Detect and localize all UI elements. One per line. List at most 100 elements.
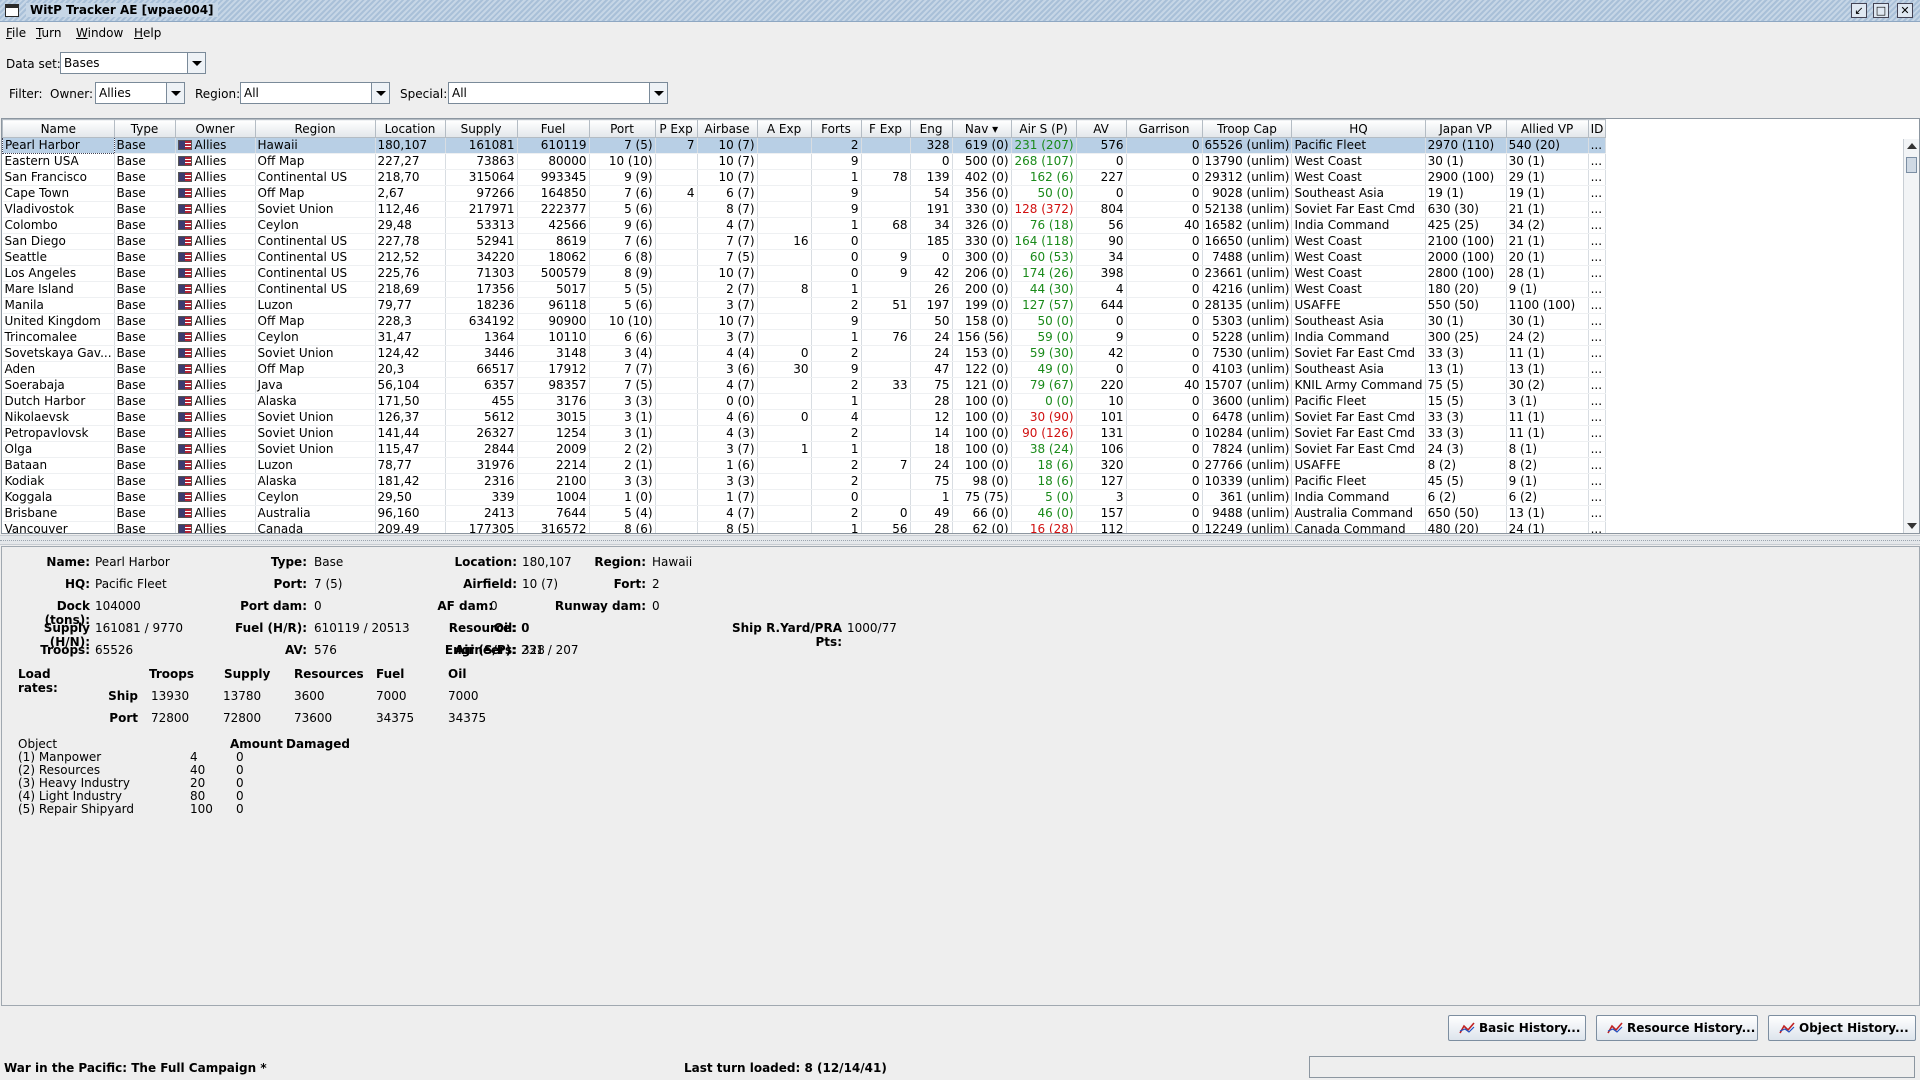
table-row[interactable]: Eastern USA Base Allies Off Map 227,27 73863 8… [2,153,1607,170]
cell-region: Off Map [255,153,376,170]
column-header[interactable]: Airbase [696,119,758,138]
resource-history-button[interactable]: Resource History... [1596,1015,1758,1041]
table-row[interactable]: Pearl Harbor Base Allies Hawaii 180,107 16108… [2,137,1607,154]
column-header[interactable]: P Exp [654,119,698,138]
maximize-icon[interactable]: □ [1873,3,1889,18]
scroll-down-icon[interactable] [1907,523,1917,529]
column-header[interactable]: AV [1075,119,1127,138]
cell-pexp [655,377,698,394]
column-header[interactable]: HQ [1291,119,1426,138]
column-header[interactable]: Nav ▾ [951,119,1012,138]
cell-garrison: 40 [1126,217,1203,234]
table-header: Name Type Owner Region Location Supply Fuel Por… [2,119,1607,138]
column-header[interactable]: Eng [909,119,953,138]
scroll-up-icon[interactable] [1907,143,1917,149]
column-header[interactable]: A Exp [756,119,812,138]
region-combo[interactable]: All [240,82,390,104]
table-row[interactable]: Koggala Base Allies Ceylon 29,50 339 1004 1 (0)… [2,489,1607,506]
table-row[interactable]: Soerabaja Base Allies Java 56,104 6357 98357 7 … [2,377,1607,394]
cell-id: ... [1588,377,1607,394]
cell-hq: Pacific Fleet [1291,473,1426,490]
cell-aexp [757,457,812,474]
cell-id: ... [1588,441,1607,458]
column-header[interactable]: Port [588,119,656,138]
menu-file[interactable]: File [6,26,26,40]
table-row[interactable]: Manila Base Allies Luzon 79,77 18236 96118 5 (6… [2,297,1607,314]
table-row[interactable]: Brisbane Base Allies Australia 96,160 2413 764… [2,505,1607,522]
cell-airbase: 10 (7) [697,137,758,154]
chevron-down-icon[interactable] [649,83,667,103]
cell-av: 644 [1076,297,1127,314]
table-row[interactable]: San Francisco Base Allies Continental US 218… [2,169,1607,186]
column-header[interactable]: Supply [444,119,518,138]
cell-fuel: 96118 [517,297,590,314]
table-row[interactable]: Dutch Harbor Base Allies Alaska 171,50 455 317… [2,393,1607,410]
close-icon[interactable]: ✕ [1897,3,1913,18]
object-history-button[interactable]: Object History... [1768,1015,1916,1041]
cell-name: Dutch Harbor [2,393,115,410]
table-row[interactable]: Cape Town Base Allies Off Map 2,67 97266 16485… [2,185,1607,202]
table-row[interactable]: Colombo Base Allies Ceylon 29,48 53313 42566 9 … [2,217,1607,234]
column-header[interactable]: Japan VP [1424,119,1507,138]
table-row[interactable]: United Kingdom Base Allies Off Map 228,3 6341… [2,313,1607,330]
detail-portdam: 0 [314,599,322,613]
column-header[interactable]: F Exp [860,119,911,138]
split-pane-divider[interactable] [0,535,1920,545]
column-header[interactable]: Allied VP [1505,119,1589,138]
column-header[interactable]: Type [113,119,176,138]
column-header[interactable]: Garrison [1125,119,1203,138]
cell-eng: 328 [910,137,953,154]
table-row[interactable]: Los Angeles Base Allies Continental US 225,7… [2,265,1607,282]
scroll-thumb[interactable] [1906,157,1917,173]
column-header[interactable]: Air S (P) [1010,119,1077,138]
table-row[interactable]: Mare Island Base Allies Continental US 218,6… [2,281,1607,298]
table-row[interactable]: Nikolaevsk Base Allies Soviet Union 126,37 56… [2,409,1607,426]
column-header[interactable]: Forts [810,119,862,138]
cell-region: Ceylon [255,329,376,346]
table-row[interactable]: Bataan Base Allies Luzon 78,77 31976 2214 2 (1)… [2,457,1607,474]
table-row[interactable]: Aden Base Allies Off Map 20,3 66517 17912 7 (7)… [2,361,1607,378]
status-progress-box [1309,1056,1915,1078]
chevron-down-icon[interactable] [166,83,184,103]
cell-nav: 356 (0) [952,185,1012,202]
menu-window[interactable]: Window [76,26,123,40]
cell-location: 209,49 [375,521,446,533]
table-scrollbar[interactable] [1903,139,1919,533]
column-header[interactable]: Location [374,119,446,138]
table-row[interactable]: Kodiak Base Allies Alaska 181,42 2316 2100 3 (3… [2,473,1607,490]
owner-combo[interactable]: Allies [95,82,185,104]
column-header[interactable]: Region [254,119,376,138]
cell-location: 218,70 [375,169,446,186]
table-row[interactable]: San Diego Base Allies Continental US 227,78 5… [2,233,1607,250]
cell-id: ... [1588,137,1607,154]
cell-pexp [655,345,698,362]
chevron-down-icon[interactable] [187,53,205,73]
cell-airs: 16 (28) [1011,521,1077,533]
column-header[interactable]: Troop Cap [1201,119,1293,138]
table-row[interactable]: Trincomalee Base Allies Ceylon 31,47 1364 1011… [2,329,1607,346]
cell-location: 31,47 [375,329,446,346]
column-header[interactable]: Name [2,119,115,138]
restore-down-icon[interactable]: ↙ [1851,3,1867,18]
cell-hq: Pacific Fleet [1291,137,1426,154]
column-header[interactable]: Owner [174,119,256,138]
column-header[interactable]: ID [1587,119,1607,138]
basic-history-button[interactable]: Basic History... [1448,1015,1586,1041]
table-row[interactable]: Petropavlovsk Base Allies Soviet Union 141,4… [2,425,1607,442]
table-row[interactable]: Olga Base Allies Soviet Union 115,47 2844 2009… [2,441,1607,458]
title-bar[interactable]: WitP Tracker AE [wpae004] ↙ □ ✕ [0,0,1920,22]
bases-table[interactable]: Name Type Owner Region Location Supply Fuel Por… [1,118,1920,534]
dataset-combo[interactable]: Bases [60,52,206,74]
cell-location: 20,3 [375,361,446,378]
menu-turn[interactable]: Turn [36,26,61,40]
column-header[interactable]: Fuel [516,119,590,138]
cell-airs: 5 (0) [1011,489,1077,506]
table-row[interactable]: Sovetskaya Gav... Base Allies Soviet Union 1… [2,345,1607,362]
cell-type: Base [114,425,176,442]
table-row[interactable]: Vancouver Base Allies Canada 209,49 177305 316… [2,521,1607,533]
special-combo[interactable]: All [448,82,668,104]
table-row[interactable]: Seattle Base Allies Continental US 212,52 342… [2,249,1607,266]
menu-help[interactable]: Help [134,26,161,40]
chevron-down-icon[interactable] [371,83,389,103]
table-row[interactable]: Vladivostok Base Allies Soviet Union 112,46 2… [2,201,1607,218]
